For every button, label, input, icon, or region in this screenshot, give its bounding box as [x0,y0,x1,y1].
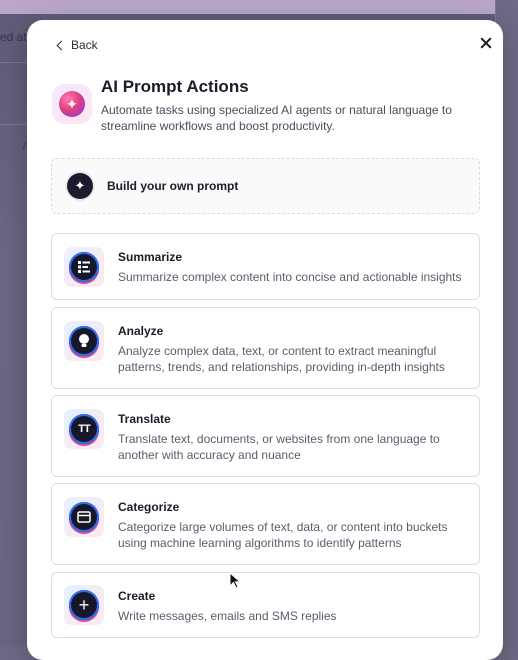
lightbulb-icon [64,321,104,361]
action-card-categorize[interactable]: Categorize Categorize large volumes of t… [51,483,480,565]
action-description: Analyze complex data, text, or content t… [118,344,445,374]
chevron-left-icon [56,40,67,51]
build-own-prompt-label: Build your own prompt [107,179,239,193]
action-card-analyze[interactable]: Analyze Analyze complex data, text, or c… [51,307,480,389]
action-description: Summarize complex content into concise a… [118,270,462,284]
list-icon [64,247,104,287]
back-button[interactable]: Back [56,38,98,52]
action-description: Translate text, documents, or websites f… [118,432,440,462]
sparkle-icon: ✦ [67,173,93,199]
close-icon[interactable] [478,35,494,51]
action-title: Summarize [118,250,183,264]
action-card-create[interactable]: + Create Write messages, emails and SMS … [51,572,480,638]
action-card-summarize[interactable]: Summarize Summarize complex content into… [51,233,480,300]
background-partial-text: ed at [0,30,27,44]
action-title: Categorize [118,500,180,514]
background-divider [0,62,30,63]
text-tt-icon: TT [64,409,104,449]
action-title: Translate [118,412,171,426]
action-description: Write messages, emails and SMS replies [118,609,337,623]
build-own-prompt-button[interactable]: ✦ Build your own prompt [51,158,480,214]
modal-title: AI Prompt Actions [101,77,249,96]
action-description: Categorize large volumes of text, data, … [118,520,448,550]
back-label: Back [71,38,98,52]
action-card-translate[interactable]: TT Translate Translate text, documents, … [51,395,480,477]
action-title: Analyze [118,324,164,338]
sparkle-orb-icon: ✦ [52,84,92,124]
action-title: Create [118,589,156,603]
plus-icon: + [64,585,104,625]
modal-subtitle: Automate tasks using specialized AI agen… [101,103,452,133]
background-divider [0,124,30,125]
card-icon [64,497,104,537]
mouse-cursor-icon [229,572,242,589]
ai-prompt-actions-modal: Back ✦ AI Prompt Actions Automate tasks … [27,20,503,660]
background-topbar [0,0,518,14]
